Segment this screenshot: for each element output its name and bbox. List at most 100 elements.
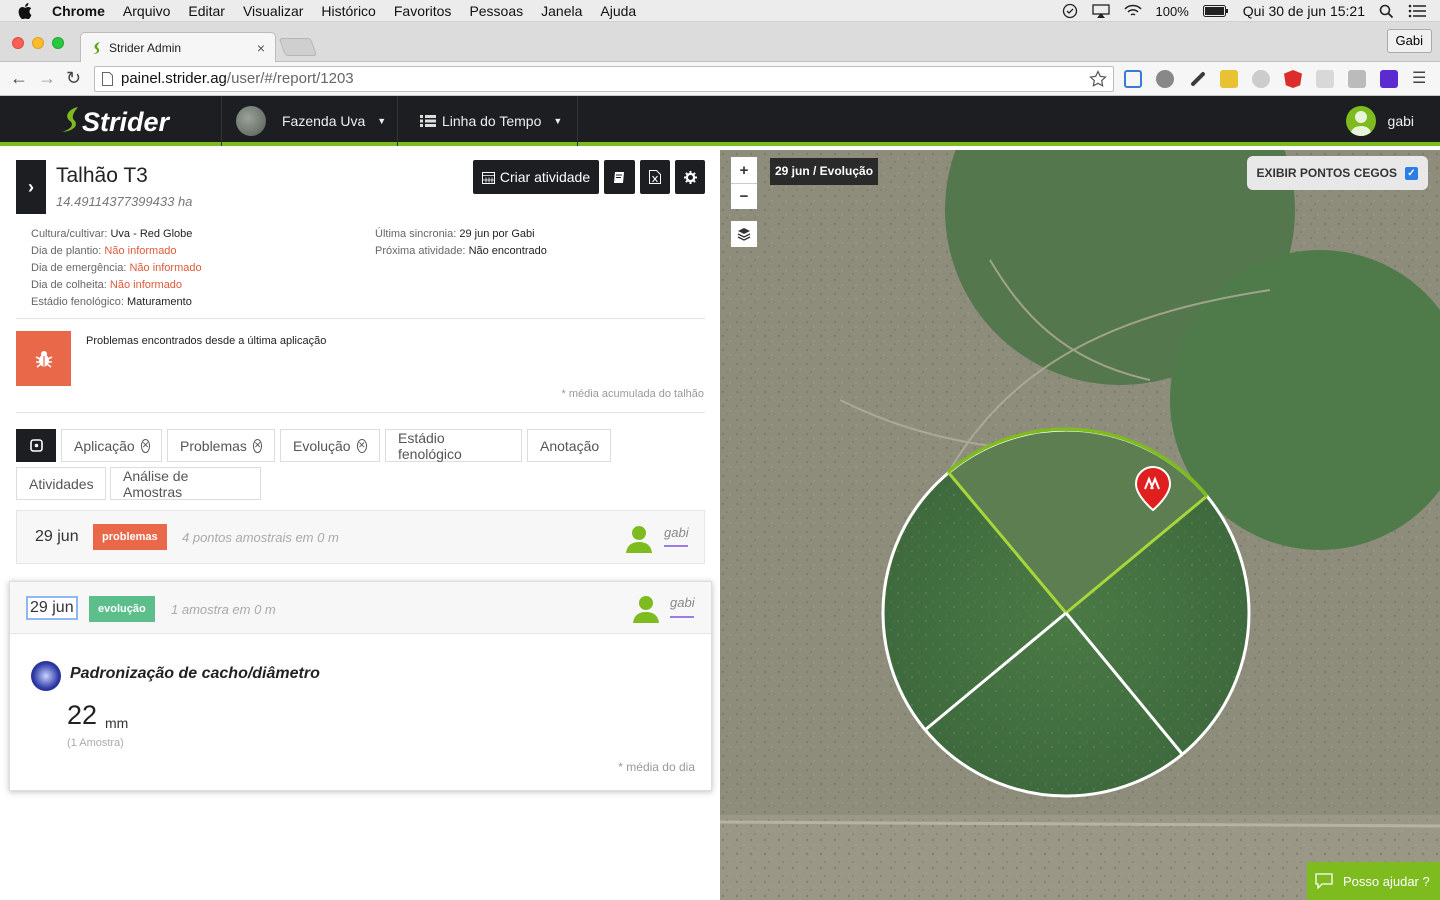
menu-visualizar[interactable]: Visualizar: [243, 3, 303, 19]
view-name: Linha do Tempo: [442, 113, 542, 129]
new-tab-button[interactable]: [278, 38, 318, 56]
filter-problemas[interactable]: Problemas ✕: [167, 429, 275, 462]
menu-pessoas[interactable]: Pessoas: [469, 3, 523, 19]
wifi-icon[interactable]: [1123, 4, 1142, 18]
nav-separator: [577, 96, 578, 146]
info-label: Próxima atividade:: [375, 245, 466, 257]
chevron-down-icon: ▼: [553, 116, 563, 126]
info-planting-day: Dia de plantio: Não informado: [31, 243, 202, 260]
strider-logo[interactable]: Strider: [60, 106, 169, 138]
chevron-right-icon: ›: [28, 176, 34, 197]
browser-tab[interactable]: Strider Admin ×: [80, 32, 276, 62]
map-imagery: [720, 150, 1440, 900]
checkmark-shield-icon[interactable]: [1062, 3, 1078, 19]
address-bar[interactable]: painel.strider.ag/user/#/report/1203: [94, 66, 1114, 92]
info-label: Cultura/cultivar:: [31, 228, 108, 240]
calendar-icon: [481, 171, 495, 184]
notebook-button[interactable]: [604, 160, 635, 194]
filter-label: Atividades: [29, 475, 94, 492]
strider-leaf-icon: [60, 106, 82, 138]
metric-title: Padronização de cacho/diâmetro: [70, 665, 320, 682]
ruler-extension-icon[interactable]: [1220, 70, 1238, 88]
create-activity-button[interactable]: Criar atividade: [473, 160, 599, 194]
spotlight-search-icon[interactable]: [1379, 4, 1394, 19]
remove-filter-icon[interactable]: ✕: [140, 438, 151, 453]
layers-icon: [737, 227, 751, 241]
satellite-map[interactable]: + − 29 jun / Evolução EXIBIR PONTOS CEGO…: [720, 150, 1440, 900]
cast-extension-icon[interactable]: [1124, 70, 1142, 88]
chrome-menu-icon[interactable]: ☰: [1412, 68, 1426, 88]
zoom-in-button[interactable]: +: [731, 157, 757, 183]
filter-evolucao[interactable]: Evolução ✕: [280, 429, 380, 462]
farm-avatar: [236, 106, 266, 136]
show-blind-spots-toggle[interactable]: EXIBIR PONTOS CEGOS ✓: [1246, 156, 1428, 190]
info-value: Maturamento: [127, 296, 192, 308]
info-value: Não informado: [109, 279, 183, 291]
eyedropper-extension-icon[interactable]: [1190, 71, 1206, 87]
zoom-out-button[interactable]: −: [731, 183, 757, 209]
airplay-icon[interactable]: [1091, 4, 1110, 18]
menu-historico[interactable]: Histórico: [321, 3, 375, 19]
filter-aplicacao[interactable]: Aplicação ✕: [61, 429, 162, 462]
minimize-window-button[interactable]: [32, 37, 44, 49]
menu-janela[interactable]: Janela: [541, 3, 582, 19]
timeline-event-expanded[interactable]: 29 jun evolução 1 amostra em 0 m gabi Pa…: [9, 581, 712, 791]
maximize-window-button[interactable]: [52, 37, 64, 49]
forward-arrow-icon[interactable]: →: [38, 68, 56, 89]
filter-toggle-button[interactable]: [16, 429, 56, 462]
collapse-panel-button[interactable]: ›: [16, 160, 46, 214]
info-label: Dia de plantio:: [31, 245, 102, 257]
filter-label: Evolução: [293, 437, 351, 454]
metric-unit: mm: [105, 715, 129, 731]
remove-filter-icon[interactable]: ✕: [252, 438, 263, 453]
info-label: Última sincronia:: [375, 228, 457, 240]
export-excel-button[interactable]: [640, 160, 670, 194]
angular-extension-icon[interactable]: [1284, 70, 1302, 88]
menu-app-name[interactable]: Chrome: [52, 3, 105, 19]
plot-area: 14.49114377399433 ha: [56, 194, 193, 209]
battery-icon[interactable]: [1202, 5, 1229, 17]
filter-analise-amostras[interactable]: Análise de Amostras: [110, 467, 261, 500]
back-arrow-icon[interactable]: ←: [10, 68, 28, 89]
accumulated-average-note: * média acumulada do talhão: [561, 388, 704, 400]
recycle-extension-icon[interactable]: [1156, 70, 1174, 88]
menu-editar[interactable]: Editar: [188, 3, 225, 19]
timeline-event[interactable]: 29 jun problemas 4 pontos amostrais em 0…: [16, 510, 705, 564]
user-menu[interactable]: gabi: [1345, 96, 1414, 146]
blind-spots-checkbox[interactable]: ✓: [1405, 166, 1418, 180]
remove-filter-icon[interactable]: ✕: [356, 438, 367, 453]
gear-icon: [683, 170, 697, 184]
chevron-down-icon: ▼: [377, 116, 387, 126]
help-chat-button[interactable]: Posso ajudar ?: [1307, 862, 1440, 900]
view-selector[interactable]: Linha do Tempo ▼: [420, 96, 562, 146]
bookmark-star-icon[interactable]: [1089, 70, 1107, 88]
cloud-extension-icon[interactable]: [1316, 70, 1334, 88]
menu-arquivo[interactable]: Arquivo: [123, 3, 170, 19]
reload-icon[interactable]: ↻: [66, 68, 81, 89]
info-last-sync: Última sincronia: 29 jun por Gabi: [375, 226, 547, 243]
layers-button[interactable]: [731, 221, 757, 247]
battery-percent: 100%: [1155, 3, 1189, 19]
settings-button[interactable]: [675, 160, 705, 194]
puzzle-extension-icon[interactable]: [1348, 70, 1366, 88]
menu-ajuda[interactable]: Ajuda: [600, 3, 636, 19]
info-phenological-stage: Estádio fenológico: Maturamento: [31, 294, 202, 311]
user-avatar-icon: [632, 593, 660, 623]
profile-button[interactable]: Gabi: [1386, 29, 1432, 53]
url-host: painel.strider.ag: [121, 70, 227, 87]
close-tab-icon[interactable]: ×: [257, 40, 265, 56]
event-date[interactable]: 29 jun: [26, 596, 78, 620]
menubar-clock[interactable]: Qui 30 de jun 15:21: [1243, 3, 1365, 19]
filter-atividades[interactable]: Atividades: [16, 467, 106, 500]
menu-favoritos[interactable]: Favoritos: [394, 3, 452, 19]
m-extension-icon[interactable]: [1380, 70, 1398, 88]
farm-selector[interactable]: Fazenda Uva ▼: [236, 96, 386, 146]
close-window-button[interactable]: [12, 37, 24, 49]
notification-center-icon[interactable]: [1408, 4, 1426, 18]
filter-estadio-fenologico[interactable]: Estádio fenológico: [385, 429, 522, 462]
filter-label: Aplicação: [74, 437, 135, 454]
url-path: /user/#/report/1203: [226, 70, 354, 87]
grey-extension-icon[interactable]: [1252, 70, 1270, 88]
filter-anotacao[interactable]: Anotação: [527, 429, 611, 462]
apple-icon[interactable]: [18, 2, 36, 19]
